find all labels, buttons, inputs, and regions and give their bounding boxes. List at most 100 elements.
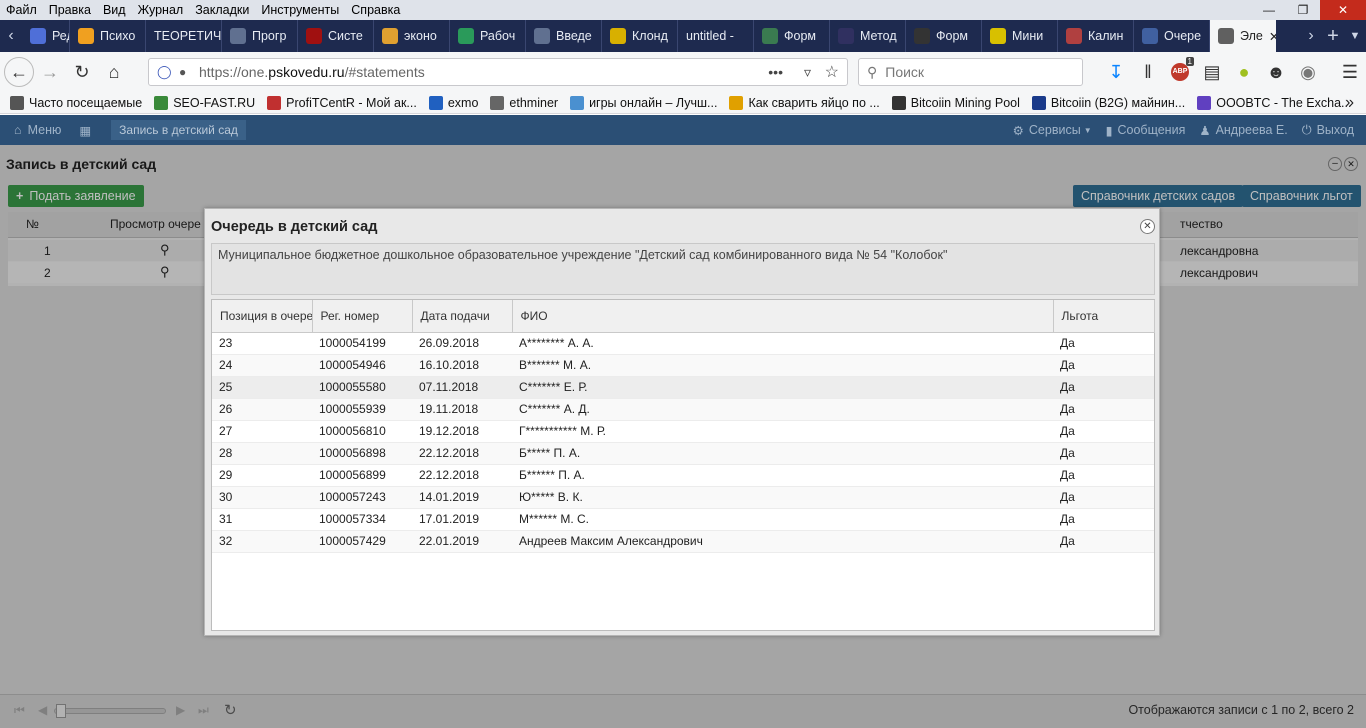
browser-tab[interactable]: Форм [754,20,830,52]
tab-favicon-icon [1218,28,1234,44]
restore-icon[interactable]: ❐ [1286,0,1320,20]
menu-item-tools[interactable]: Инструменты [255,3,345,17]
bookmark-item[interactable]: Bitcoiin Mining Pool [891,95,1020,110]
browser-tab[interactable]: Метод [830,20,906,52]
browser-tab[interactable]: Рабоч [450,20,526,52]
column-header-position[interactable]: Позиция в очереди [212,300,313,333]
browser-tab[interactable]: Прогр [222,20,298,52]
table-row[interactable]: 27 1000056810 19.12.2018 Г*********** М. Р.… [212,420,1154,443]
tab-favicon-icon [30,28,46,44]
table-row[interactable]: 32 1000057429 22.01.2019 Андреев Максим Але… [212,530,1154,553]
browser-tab[interactable]: Эле ✕ [1210,20,1276,52]
bookmark-item[interactable]: Часто посещаемые [10,95,142,110]
extension-icon[interactable]: ● [1228,56,1260,88]
reader-view-icon[interactable]: ▤ [1196,56,1228,88]
cell-fio: Б***** П. А. [512,442,1053,465]
caret-down-icon: ▼ [1083,125,1092,135]
new-tab-icon[interactable]: + [1322,20,1344,52]
bookmark-item[interactable]: Как сварить яйцо по ... [729,95,880,110]
browser-tab[interactable]: Мини [982,20,1058,52]
user-menu[interactable]: ♟ Андреева Е. [1199,123,1287,138]
user-icon: ♟ [1199,123,1211,138]
browser-tab[interactable]: Очере [1134,20,1210,52]
menu-item-bookmarks[interactable]: Закладки [189,3,255,17]
home-icon[interactable]: ⌂ [98,56,130,88]
table-row[interactable]: 23 1000054199 26.09.2018 А******** А. А. Да [212,332,1154,355]
close-tab-icon[interactable]: ✕ [1269,29,1276,44]
bookmark-item[interactable]: SEO-FAST.RU [154,95,255,110]
bookmark-favicon-icon [10,95,24,110]
more-bookmarks-icon[interactable]: » [1345,94,1354,112]
pocket-icon[interactable]: ▿ [804,64,811,81]
menu-item-view[interactable]: Вид [97,3,132,17]
table-row[interactable]: 26 1000055939 19.11.2018 С******* А. Д. Да [212,398,1154,421]
bookmark-star-icon[interactable]: ☆ [825,62,839,82]
browser-tab[interactable]: Форм [906,20,982,52]
back-icon[interactable]: ← [4,57,34,87]
minimize-icon[interactable]: — [1252,0,1286,20]
messages-link[interactable]: ▮ Сообщения [1106,123,1186,138]
downloads-icon[interactable]: ↧ [1100,56,1132,88]
url-text[interactable]: https://one.pskovedu.ru/#statements [199,64,425,80]
column-header-date[interactable]: Дата подачи [412,300,513,333]
services-menu[interactable]: ⚙ Сервисы ▼ [1013,123,1092,138]
tab-strip: ‹ Редактор Психо ТЕОРЕТИЧ Прогр Систе эконо Ра… [0,20,1366,52]
column-header-benefit[interactable]: Льгота [1053,300,1155,333]
browser-tab[interactable]: ТЕОРЕТИЧ [146,20,222,52]
bookmark-item[interactable]: ethminer [490,95,558,110]
bookmark-item[interactable]: OOOBTC - The Excha... [1197,95,1352,110]
reload-icon[interactable]: ↻ [66,56,98,88]
browser-tab[interactable]: Систе [298,20,374,52]
menu-item-file[interactable]: Файл [0,3,43,17]
cell-fio: В******* М. А. [512,354,1053,377]
bookmark-item[interactable]: игры онлайн – Лучш... [570,95,717,110]
table-row[interactable]: 30 1000057243 14.01.2019 Ю***** В. К. Да [212,486,1154,509]
table-row[interactable]: 25 1000055580 07.11.2018 С******* Е. Р. Да [212,376,1154,399]
menu-item-help[interactable]: Справка [345,3,406,17]
shield-icon[interactable]: ◯ [157,64,172,80]
organization-name-field[interactable]: Муниципальное бюджетное дошкольное образ… [211,243,1155,295]
menu-item-history[interactable]: Журнал [132,3,190,17]
browser-tab[interactable]: untitled - [678,20,754,52]
menu-item-edit[interactable]: Правка [43,3,97,17]
sync-icon[interactable]: ◉ [1292,56,1324,88]
address-bar[interactable]: ◯ ● https://one.pskovedu.ru/#statements … [148,58,848,86]
lock-icon[interactable]: ● [179,65,186,79]
close-window-icon[interactable]: ✕ [1320,0,1366,20]
column-header-reg-number[interactable]: Рег. номер [312,300,413,333]
library-icon[interactable]: ‖ [1132,56,1164,88]
search-input[interactable]: ⚲ Поиск [858,58,1083,86]
browser-tab[interactable]: эконо [374,20,450,52]
table-row[interactable]: 24 1000054946 16.10.2018 В******* М. А. Да [212,354,1154,377]
browser-tab[interactable]: Психо [70,20,146,52]
grid-icon[interactable]: ▦ [79,123,91,138]
browser-tab[interactable]: Клонд [602,20,678,52]
column-header-fio[interactable]: ФИО [512,300,1054,333]
table-row[interactable]: 31 1000057334 17.01.2019 М****** М. С. Да [212,508,1154,531]
adblock-icon[interactable]: ABP 1 [1164,56,1196,88]
tabs-scroll-right-icon[interactable]: › [1300,20,1322,52]
cell-fio: А******** А. А. [512,332,1053,355]
browser-tab[interactable]: Введе [526,20,602,52]
dialog-title: Очередь в детский сад [211,219,378,235]
logout-link[interactable]: ⏻ Выход [1302,123,1354,138]
app-tab-enrollment[interactable]: Запись в детский сад [111,120,246,140]
page-actions-icon[interactable]: ••• [768,64,783,80]
tab-list-icon[interactable]: ▼ [1344,20,1366,52]
browser-tab[interactable]: Калин [1058,20,1134,52]
account-icon[interactable]: ☻ [1260,56,1292,88]
app-menu-button[interactable]: ⌂ Меню [14,123,61,137]
bookmark-item[interactable]: exmo [428,95,478,110]
table-row[interactable]: 29 1000056899 22.12.2018 Б****** П. А. Да [212,464,1154,487]
tabs-scroll-left-icon[interactable]: ‹ [0,20,22,52]
cell-date: 22.12.2018 [412,464,512,487]
close-icon[interactable]: ✕ [1140,219,1155,234]
browser-tab[interactable]: Редактор [22,20,70,52]
hamburger-menu-icon[interactable]: ☰ [1334,56,1366,88]
forward-icon[interactable]: → [34,56,66,88]
bookmark-item[interactable]: Bitcoiin (B2G) майнин... [1031,95,1185,110]
bookmark-item[interactable]: ProfiTCentR - Мой ак... [267,95,417,110]
table-row[interactable]: 28 1000056898 22.12.2018 Б***** П. А. Да [212,442,1154,465]
bookmark-label: OOOBTC - The Excha... [1216,95,1352,110]
power-icon: ⏻ [1301,122,1312,137]
